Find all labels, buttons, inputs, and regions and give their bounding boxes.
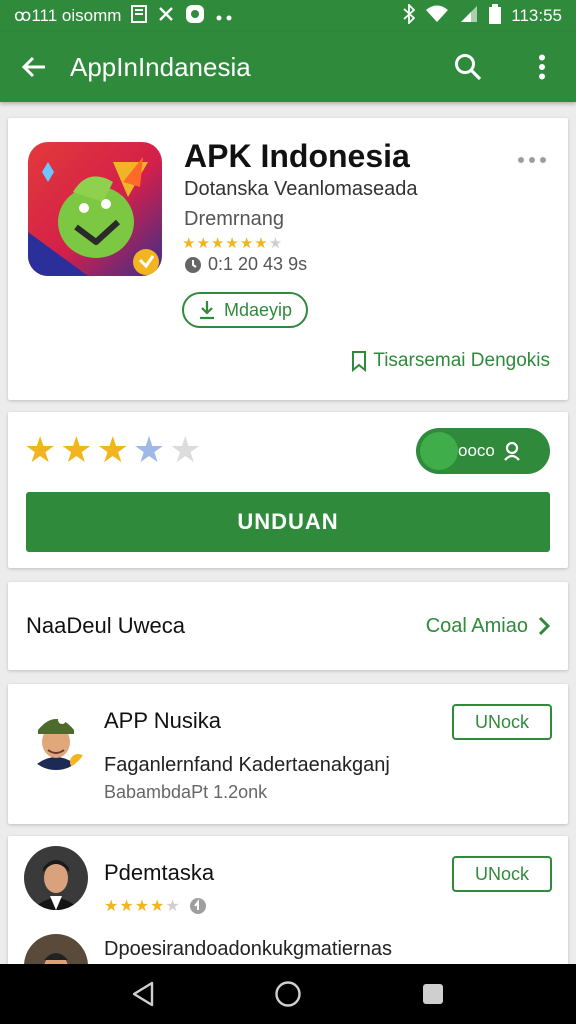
wishlist-label: Tisarsemai Dengokis: [373, 350, 550, 371]
system-navigation-bar: [0, 964, 576, 1024]
search-button[interactable]: [448, 47, 488, 87]
app-logo-icon[interactable]: [28, 142, 162, 276]
square-recents-icon: [423, 984, 444, 1004]
star-icon: ★: [104, 898, 119, 915]
download-icon: [200, 301, 214, 320]
star-icon: ★: [225, 235, 239, 252]
avatar: [24, 846, 88, 910]
rating-stars[interactable]: ★ ★ ★ ★ ★: [24, 430, 201, 470]
item-description-peek: Dpoesirandoadonkukgmatiernas: [104, 938, 392, 960]
nav-back-button[interactable]: [123, 974, 163, 1014]
toggle-label: ooco: [458, 441, 495, 460]
toggle-knob: [420, 432, 458, 470]
item-name: Pdemtaska: [104, 860, 215, 885]
dot-icon: [529, 157, 535, 163]
star-icon: ★: [196, 235, 210, 252]
star-half-icon: ★: [132, 429, 166, 470]
app-category: Dremrnang: [184, 208, 285, 230]
wifi-icon: [425, 5, 449, 28]
unlock-button[interactable]: UNock: [452, 856, 552, 892]
star-icon: ★: [210, 235, 225, 252]
see-more-label: Coal Amiao: [425, 614, 528, 637]
star-icon: ★: [182, 235, 196, 252]
chevron-right-icon: [538, 616, 550, 636]
app-size-text: 0:1 20 43 9s: [208, 254, 308, 274]
install-pill-button[interactable]: Mdaeyip: [182, 292, 309, 328]
user-icon: [504, 441, 520, 461]
star-icon: ★: [96, 429, 129, 470]
signal-icon: [459, 5, 479, 28]
unlock-button[interactable]: UNock: [452, 704, 552, 740]
search-icon: [455, 54, 482, 81]
feature-toggle[interactable]: ooco: [416, 428, 550, 474]
clock-icon: [185, 256, 201, 273]
star-icon: ★: [254, 235, 268, 252]
avatar: [24, 706, 88, 770]
rating-download-card: ★ ★ ★ ★ ★ ooco UNDUAN: [8, 412, 568, 568]
list-item[interactable]: APP Nusika UNock Faganlernfand Kadertaen…: [8, 684, 568, 824]
star-icon: ★: [119, 898, 134, 915]
app-header-card: APK Indonesia Dotanska Veanlomaseada Dre…: [8, 118, 568, 400]
item-subtitle: BabambdaPt 1.2onk: [104, 782, 268, 802]
circle-home-icon: [275, 981, 301, 1007]
arrow-left-icon: [21, 56, 45, 78]
install-pill-label: Mdaeyip: [224, 299, 293, 320]
tools-icon: [157, 5, 175, 28]
star-empty-icon: ★: [169, 429, 202, 470]
see-more-link[interactable]: Coal Amiao: [426, 615, 550, 638]
star-icon: ★: [150, 898, 165, 915]
nav-recents-button[interactable]: [413, 974, 453, 1014]
nav-home-button[interactable]: [268, 974, 308, 1014]
more-options-button[interactable]: [512, 148, 552, 172]
status-left-text: ꝏ111 oisomm: [14, 6, 122, 25]
download-button[interactable]: UNDUAN: [26, 492, 550, 552]
bluetooth-icon: [403, 2, 416, 29]
overflow-menu-button[interactable]: [522, 47, 562, 87]
back-button[interactable]: [14, 47, 54, 87]
app-developer[interactable]: Dotanska Veanlomaseada: [184, 178, 418, 201]
more-notifications-icon: [215, 6, 233, 26]
bookmark-icon: [352, 351, 367, 372]
dot-icon: [518, 157, 524, 163]
item-description: Faganlernfand Kadertaenakganj: [104, 754, 390, 776]
status-bar: ꝏ111 oisomm 113:55: [0, 0, 576, 32]
item-rating-stars: ★ ★ ★ ★ ★: [104, 896, 207, 916]
star-icon: ★: [239, 235, 254, 252]
star-icon: ★: [134, 898, 150, 915]
triangle-back-icon: [132, 981, 153, 1007]
battery-icon: [489, 3, 502, 29]
star-empty-icon: ★: [165, 898, 180, 915]
app-size-row: 0:1 20 43 9s: [184, 254, 307, 275]
app-title: APK Indonesia: [184, 138, 410, 174]
similar-apps-header: NaaDeul Uweca Coal Amiao: [8, 582, 568, 670]
status-time: 113:55: [511, 6, 562, 25]
list-item[interactable]: Pdemtaska UNock ★ ★ ★ ★ ★ Dpoesirandoadonkuk…: [8, 836, 568, 998]
app-bar: AppInIndanesia: [0, 32, 576, 102]
vertical-dots-icon: [539, 54, 545, 80]
item-name: APP Nusika: [104, 708, 221, 733]
chat-bubble-icon: [185, 4, 205, 29]
star-empty-icon: ★: [268, 235, 283, 252]
app-rating-stars: ★ ★ ★ ★ ★ ★ ★: [182, 234, 282, 252]
dot-icon: [540, 157, 546, 163]
star-icon: ★: [24, 429, 57, 470]
star-icon: ★: [60, 429, 93, 470]
section-title: NaaDeul Uweca: [26, 613, 185, 638]
wishlist-link[interactable]: Tisarsemai Dengokis: [351, 350, 550, 372]
notification-icon: [131, 4, 148, 28]
page-title: AppInIndanesia: [70, 51, 251, 82]
badge-icon: [189, 898, 206, 914]
